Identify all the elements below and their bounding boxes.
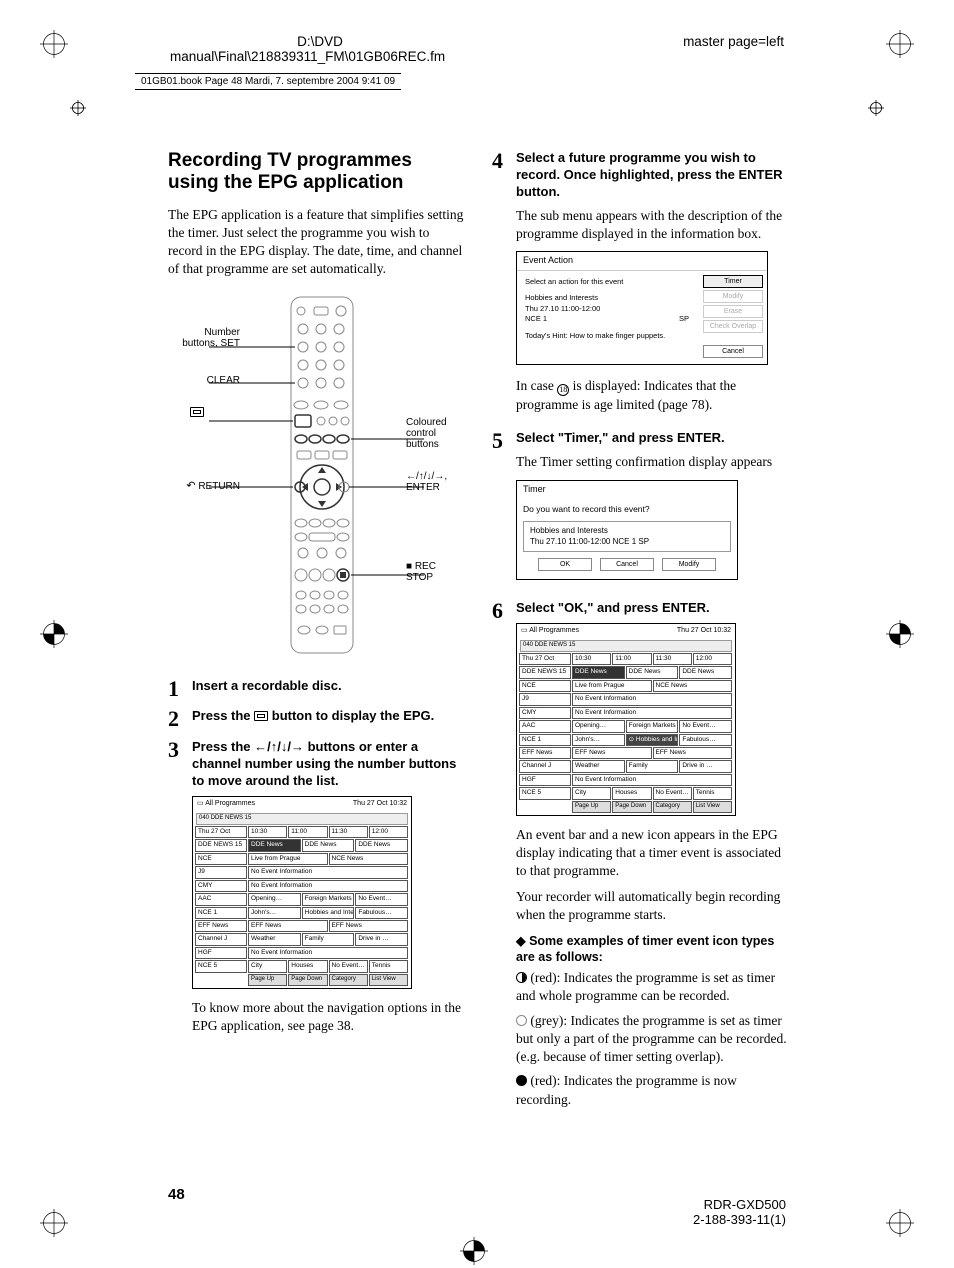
section-title: Recording TV programmes using the EPG ap… — [168, 150, 464, 194]
step-1: 1 Insert a recordable disc. — [168, 678, 464, 701]
timer-full-icon — [516, 972, 527, 983]
book-info: 01GB01.book Page 48 Mardi, 7. septembre … — [135, 73, 401, 90]
cancel-button-2[interactable]: Cancel — [600, 558, 654, 571]
label-enter: ←/↑/↓/→, ENTER — [406, 471, 464, 493]
modify-button-2[interactable]: Modify — [662, 558, 716, 571]
cancel-button[interactable]: Cancel — [703, 345, 763, 358]
epg-icon — [254, 711, 268, 721]
label-number: Number buttons, SET — [168, 327, 240, 349]
icon-examples-heading: ◆ Some examples of timer event icon type… — [516, 933, 788, 966]
timer-partial-icon — [516, 1015, 527, 1026]
page-number: 48 — [168, 1186, 185, 1203]
header-path: D:\DVD manual\Final\218839311_FM\01GB06R… — [170, 34, 470, 64]
intro-paragraph: The EPG application is a feature that si… — [168, 206, 464, 279]
epg-screen-2: ▭ All Programmes Thu 27 Oct 10:32 040 DD… — [516, 623, 736, 816]
step-5: 5 Select "Timer," and press ENTER. The T… — [492, 430, 788, 592]
epg-screen-1: ▭ All Programmes Thu 27 Oct 10:32 040 DD… — [192, 796, 412, 989]
timer-button[interactable]: Timer — [703, 275, 763, 288]
label-clear: CLEAR — [168, 375, 240, 386]
label-epg-icon — [190, 407, 204, 419]
label-return: ↶ RETURN — [168, 479, 240, 492]
erase-button[interactable]: Erase — [703, 305, 763, 318]
event-action-dialog: Event Action Select an action for this e… — [516, 251, 768, 365]
step-2: 2 Press the button to display the EPG. — [168, 708, 464, 731]
label-coloured: Coloured control buttons — [406, 417, 464, 450]
ok-button[interactable]: OK — [538, 558, 592, 571]
age-limit-icon: 18 — [557, 384, 569, 396]
step-3: 3 Press the ←/↑/↓/→ buttons or enter a c… — [168, 739, 464, 1043]
step-6: 6 Select "OK," and press ENTER. ▭ All Pr… — [492, 600, 788, 1115]
check-overlap-button[interactable]: Check Overlap — [703, 320, 763, 333]
remote-diagram: Number buttons, SET CLEAR ↶ RETURN Colou… — [168, 295, 464, 658]
recording-icon — [516, 1075, 527, 1086]
step-4: 4 Select a future programme you wish to … — [492, 150, 788, 422]
timer-dialog: Timer Do you want to record this event? … — [516, 480, 738, 581]
label-recstop: ■ REC STOP — [406, 561, 464, 583]
modify-button[interactable]: Modify — [703, 290, 763, 303]
header-master: master page=left — [683, 34, 784, 49]
model-number: RDR-GXD500 2-188-393-11(1) — [693, 1197, 786, 1227]
